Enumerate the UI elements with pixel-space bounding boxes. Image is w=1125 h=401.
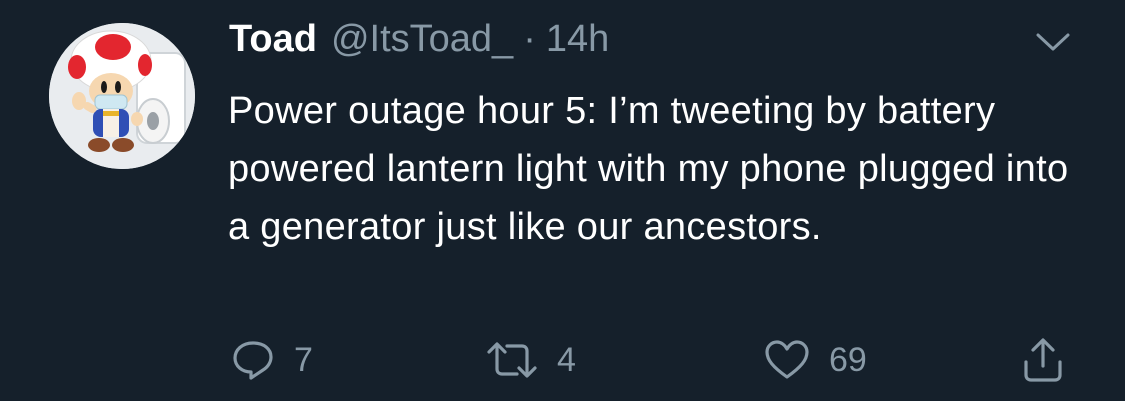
reply-icon <box>233 341 273 380</box>
tweet-menu-button[interactable] <box>1033 28 1073 56</box>
retweet-icon <box>487 342 537 378</box>
timestamp[interactable]: 14h <box>546 18 609 61</box>
toad-avatar-icon <box>49 23 195 169</box>
like-count: 69 <box>829 340 867 379</box>
retweet-count: 4 <box>557 340 576 379</box>
share-button[interactable] <box>1020 330 1066 390</box>
separator-dot: · <box>523 18 536 60</box>
reply-count: 7 <box>294 340 313 379</box>
user-handle[interactable]: @ItsToad_ <box>331 18 513 61</box>
chevron-down-icon <box>1036 33 1070 51</box>
tweet-actions: 7 4 69 <box>0 330 1125 390</box>
reply-button[interactable]: 7 <box>230 330 313 390</box>
avatar[interactable] <box>49 23 195 169</box>
share-icon <box>1024 338 1062 382</box>
tweet-text: Power outage hour 5: I’m tweeting by bat… <box>228 90 1069 248</box>
tweet-header: Toad @ItsToad_ · 14h <box>229 18 609 64</box>
like-button[interactable]: 69 <box>763 330 867 390</box>
display-name[interactable]: Toad <box>229 18 317 61</box>
tweet-card[interactable]: Toad @ItsToad_ · 14h Power outage hour 5… <box>0 0 1125 401</box>
heart-icon <box>765 340 809 379</box>
retweet-button[interactable]: 4 <box>485 330 576 390</box>
